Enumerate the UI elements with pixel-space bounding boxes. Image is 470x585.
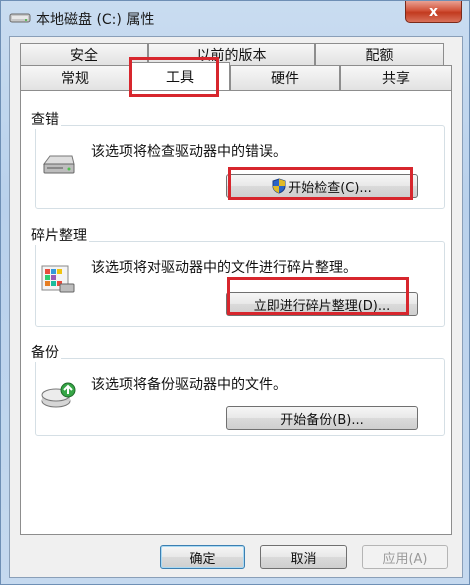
drive-icon	[9, 13, 31, 23]
button-label: 立即进行碎片整理(D)...	[253, 298, 391, 314]
tab-tools[interactable]: 工具	[130, 62, 230, 90]
close-icon: x	[428, 3, 439, 20]
button-label: 开始检查(C)...	[288, 180, 372, 196]
tab-sharing[interactable]: 共享	[340, 65, 452, 90]
group-description: 该选项将检查驱动器中的错误。	[91, 144, 287, 160]
properties-window: 本地磁盘 (C:) 属性 x 安全 以前的版本 配额 常规 工具 硬件 共享 查…	[0, 0, 470, 585]
ok-button[interactable]: 确定	[160, 545, 245, 569]
tab-label: 安全	[70, 47, 98, 64]
hard-drive-icon	[43, 155, 75, 174]
button-label: 开始备份(B)...	[280, 412, 364, 428]
cancel-button[interactable]: 取消	[260, 545, 347, 569]
window-title: 本地磁盘 (C:) 属性	[36, 12, 155, 28]
uac-shield-icon	[272, 178, 286, 194]
tab-label: 共享	[382, 71, 410, 87]
group-title: 碎片整理	[29, 225, 89, 245]
tab-quota[interactable]: 配额	[315, 43, 444, 65]
error-check-group: 查错 该选项将检查驱动器中的错误。 开始检查(C)...	[29, 109, 445, 209]
defragment-now-button[interactable]: 立即进行碎片整理(D)...	[226, 292, 418, 316]
button-label: 确定	[189, 551, 216, 567]
defrag-icon	[41, 265, 75, 293]
group-description: 该选项将对驱动器中的文件进行碎片整理。	[91, 260, 357, 276]
backup-icon	[41, 382, 76, 408]
tab-label: 配额	[365, 47, 394, 64]
tab-label: 工具	[166, 69, 194, 86]
dialog-client-area: 安全 以前的版本 配额 常规 工具 硬件 共享 查错 该选项将检查驱动器中的错误…	[9, 36, 463, 578]
title-bar[interactable]: 本地磁盘 (C:) 属性 x	[1, 1, 469, 33]
tab-hardware[interactable]: 硬件	[230, 65, 340, 90]
close-button[interactable]: x	[405, 1, 462, 23]
start-check-button[interactable]: 开始检查(C)...	[226, 174, 418, 198]
tab-security[interactable]: 安全	[20, 43, 148, 65]
apply-button[interactable]: 应用(A)	[362, 545, 448, 569]
group-description: 该选项将备份驱动器中的文件。	[91, 377, 287, 393]
button-label: 应用(A)	[382, 551, 428, 567]
start-backup-button[interactable]: 开始备份(B)...	[226, 406, 418, 430]
tools-tab-panel: 查错 该选项将检查驱动器中的错误。 开始检查(C)... 碎片整理 该选项将对驱…	[20, 90, 452, 535]
backup-group: 备份 该选项将备份驱动器中的文件。 开始备份(B)...	[29, 342, 445, 436]
group-title: 备份	[29, 342, 61, 362]
defrag-group: 碎片整理 该选项将对驱动器中的文件进行碎片整理。 立即进行碎片整理(D)...	[29, 225, 445, 327]
tab-label: 常规	[61, 71, 89, 87]
button-label: 取消	[290, 551, 317, 567]
tab-general[interactable]: 常规	[20, 65, 130, 90]
tab-label: 硬件	[271, 71, 299, 87]
group-title: 查错	[29, 109, 61, 129]
